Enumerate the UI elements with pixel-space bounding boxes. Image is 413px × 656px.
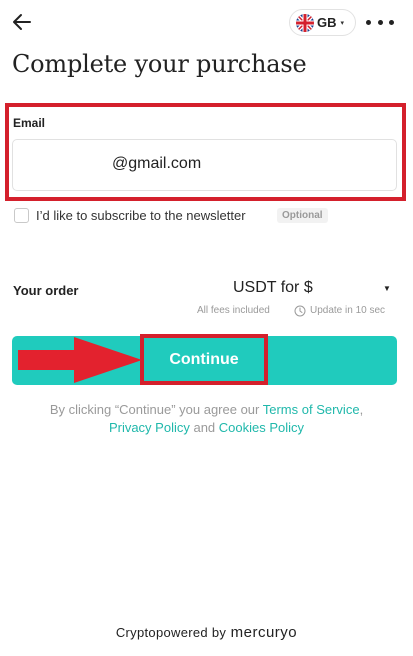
language-selector[interactable]: GB ▾ — [289, 9, 356, 36]
update-timer: Update in 10 sec — [310, 305, 386, 316]
email-label: Email — [13, 116, 46, 130]
dot-icon — [389, 19, 394, 25]
consent-and: and — [189, 420, 219, 435]
fees-note: All fees included — [197, 305, 270, 316]
cookies-policy-link[interactable]: Cookies Policy — [219, 420, 304, 435]
more-options-button[interactable] — [366, 12, 394, 32]
terms-of-service-link[interactable]: Terms of Service — [263, 402, 360, 417]
powered-by-text: Cryptopowered by — [115, 625, 227, 640]
uk-flag-icon — [296, 13, 314, 32]
caret-down-icon: ▼ — [383, 284, 391, 293]
consent-prefix: By clicking “Continue” you agree our — [49, 402, 263, 417]
order-currency-select[interactable]: USDT for $ ▼ — [233, 279, 398, 301]
order-selected-value: USDT for $ — [233, 279, 313, 296]
newsletter-checkbox[interactable] — [14, 208, 29, 223]
privacy-policy-link[interactable]: Privacy Policy — [109, 420, 190, 435]
dot-icon — [377, 19, 383, 25]
caret-down-icon: ▾ — [340, 19, 345, 27]
back-button[interactable] — [10, 10, 34, 34]
continue-button-label[interactable]: Continue — [140, 334, 268, 385]
dot-icon — [366, 19, 371, 25]
red-arrow-annotation — [18, 337, 142, 383]
language-code: GB — [317, 15, 337, 30]
clock-icon — [294, 305, 306, 317]
powered-by-footer: Cryptopowered by mercuryo — [0, 624, 413, 642]
email-field[interactable] — [12, 139, 397, 191]
consent-text: By clicking “Continue” you agree our Ter… — [20, 401, 393, 437]
arrow-left-icon — [13, 14, 31, 30]
newsletter-label[interactable]: I’d like to subscribe to the newsletter — [36, 208, 246, 223]
page-title: Complete your purchase — [12, 50, 307, 78]
mercuryo-logo: mercuryo — [230, 624, 298, 641]
consent-comma: , — [359, 402, 364, 417]
optional-badge: Optional — [277, 208, 328, 223]
email-value[interactable]: @gmail.com — [112, 155, 201, 173]
order-label: Your order — [13, 283, 79, 298]
